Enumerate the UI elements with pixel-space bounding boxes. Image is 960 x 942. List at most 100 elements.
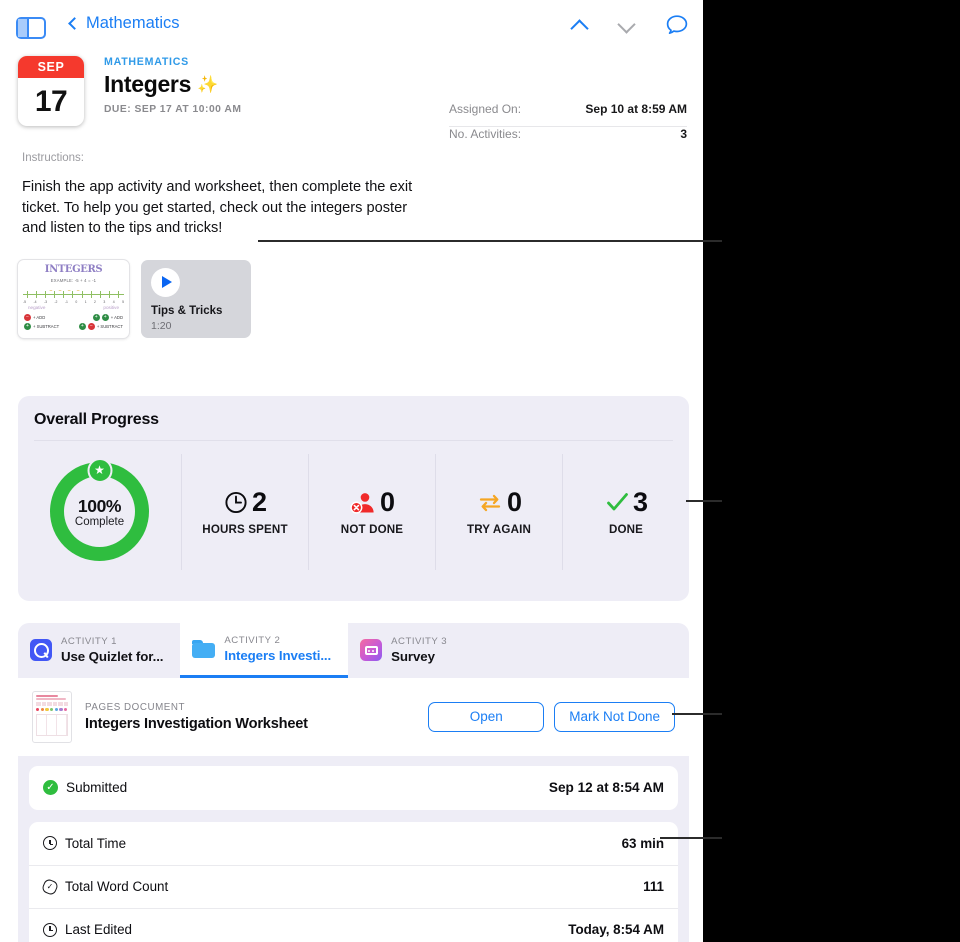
stat-try-again: 0 TRY AGAIN <box>436 487 562 536</box>
quizlet-app-icon <box>30 639 52 662</box>
green-check-icon: ✓ <box>43 780 58 796</box>
metrics-list: Total Time 63 min Total Word Count 111 L… <box>29 821 678 942</box>
stat-not-done: 0 NOT DONE <box>309 487 435 536</box>
stat-value: 3 <box>632 487 648 518</box>
mark-not-done-button[interactable]: Mark Not Done <box>554 701 675 732</box>
poster-rule-text: + SUBTRACT <box>96 323 123 329</box>
metric-label-group: Total Time <box>43 836 126 851</box>
seal-check-icon <box>43 880 57 894</box>
poster-positive-label: positive <box>103 304 119 310</box>
chevron-up-icon[interactable] <box>571 17 588 34</box>
assignment-detail-pane: Mathematics SEP 17 MATHEMATICS Integers <box>0 0 703 942</box>
clock-icon <box>43 922 57 937</box>
poster-heading: INTEGERS <box>44 263 103 275</box>
metric-label-group: Last Edited <box>43 922 132 937</box>
poster-rule-text: + ADD <box>110 314 123 320</box>
instructions-label: Instructions: <box>22 152 84 164</box>
sidebar-toggle-icon[interactable] <box>16 17 46 39</box>
audio-duration: 1:20 <box>151 319 172 332</box>
progress-ring-center: 100% Complete <box>64 476 135 548</box>
poster-rule: + + SUBTRACT + − + SUBTRACT <box>24 322 123 330</box>
integers-poster-thumbnail[interactable]: INTEGERS EXAMPLE: -5 + 4 = -1 ⌣ ⌣ ⌣ ⌣ -5… <box>18 259 129 338</box>
stat-value: 2 <box>251 487 267 518</box>
progress-percent: 100% <box>77 495 122 516</box>
meta-key: Assigned On: <box>449 102 522 116</box>
callout-leader-progress <box>686 500 722 502</box>
number-line: ⌣ ⌣ ⌣ ⌣ <box>23 288 124 300</box>
tab-activity-name: Integers Investi... <box>224 647 332 663</box>
overall-progress-card: Overall Progress 100% Complete ★ 2 HOURS… <box>18 395 689 601</box>
worksheet-thumbnail[interactable] <box>32 690 72 743</box>
meta-value: Sep 10 at 8:59 AM <box>585 102 687 116</box>
document-row: PAGES DOCUMENT Integers Investigation Wo… <box>18 677 689 756</box>
subject-label: MATHEMATICS <box>104 56 189 68</box>
progress-ring: 100% Complete ★ <box>50 458 149 562</box>
back-to-mathematics-button[interactable]: Mathematics <box>68 14 180 33</box>
metric-value: 111 <box>643 879 664 895</box>
overall-progress-title: Overall Progress <box>34 410 159 428</box>
title-row: Integers ✨ <box>104 71 241 98</box>
document-actions: Open Mark Not Done <box>428 701 675 732</box>
tab-activity-1[interactable]: ACTIVITY 1 Use Quizlet for... <box>18 623 180 678</box>
metric-label-group: Total Word Count <box>43 879 168 894</box>
poster-negative-label: negative <box>28 304 46 310</box>
poster-example: EXAMPLE: -5 + 4 = -1 <box>50 277 97 283</box>
tips-and-tricks-audio-card[interactable]: Tips & Tricks 1:20 <box>141 259 251 338</box>
calendar-month: SEP <box>18 56 84 78</box>
document-meta: PAGES DOCUMENT Integers Investigation Wo… <box>85 702 428 732</box>
stat-label: DONE <box>608 523 644 537</box>
poster-rule: − + ADD + + + ADD <box>24 313 123 321</box>
speech-bubble-icon[interactable] <box>665 14 689 36</box>
document-kind-label: PAGES DOCUMENT <box>85 701 186 713</box>
poster-rules: − + ADD + + + ADD + + SUBTRACT + − + SUB… <box>18 310 129 330</box>
tab-activity-2[interactable]: ACTIVITY 2 Integers Investi... <box>180 622 349 678</box>
plus-circle-icon: + <box>24 322 31 330</box>
stat-value-row: 0 <box>350 487 395 518</box>
play-icon[interactable] <box>151 267 180 297</box>
tab-index-label: ACTIVITY 2 <box>224 634 281 646</box>
activity-card: ACTIVITY 1 Use Quizlet for... ACTIVITY 2… <box>18 622 689 942</box>
checkmark-icon <box>607 493 628 511</box>
metric-row-total-time: Total Time 63 min <box>29 822 678 865</box>
meta-row-activity-count: No. Activities: 3 <box>449 127 687 152</box>
metric-row-word-count: Total Word Count 111 <box>29 864 678 908</box>
callout-leader-mark-not-done <box>672 713 722 715</box>
meta-key: No. Activities: <box>449 127 522 141</box>
calendar-day: 17 <box>34 85 68 118</box>
loop-arrows-icon <box>479 495 501 512</box>
assignment-header: SEP 17 MATHEMATICS Integers ✨ DUE: SEP 1… <box>0 54 703 141</box>
poster-rule-text: + ADD <box>33 314 46 320</box>
callout-leader-attachments <box>258 240 722 242</box>
clock-icon <box>225 492 247 514</box>
navbar-actions <box>571 14 689 36</box>
metric-label: Total Time <box>65 835 127 851</box>
meta-value: 3 <box>680 127 687 141</box>
metric-value: 63 min <box>621 835 664 851</box>
submission-status-label: Submitted <box>66 780 128 796</box>
submission-status: ✓ Submitted <box>43 780 128 796</box>
tab-index-label: ACTIVITY 3 <box>391 636 448 648</box>
chevron-down-icon[interactable] <box>618 17 635 34</box>
survey-app-icon <box>360 639 383 662</box>
metric-value: Today, 8:54 AM <box>568 922 664 938</box>
calendar-date-badge: SEP 17 <box>18 56 84 126</box>
plus-circle-icon: + <box>78 322 86 330</box>
tab-text: ACTIVITY 3 Survey <box>391 636 447 664</box>
tab-index-label: ACTIVITY 1 <box>61 636 118 648</box>
metric-label: Total Word Count <box>65 879 169 895</box>
tab-activity-3[interactable]: ACTIVITY 3 Survey <box>348 623 464 678</box>
document-name: Integers Investigation Worksheet <box>85 715 308 732</box>
back-button-label: Mathematics <box>86 14 180 32</box>
stat-label: TRY AGAIN <box>466 523 532 537</box>
submission-status-row: ✓ Submitted Sep 12 at 8:54 AM <box>29 765 678 810</box>
plus-circle-icon: + <box>92 313 100 321</box>
stat-value-row: 3 <box>605 487 648 518</box>
tab-activity-name: Use Quizlet for... <box>61 649 164 665</box>
plus-circle-icon: + <box>101 313 109 321</box>
star-badge-icon: ★ <box>87 458 112 484</box>
stat-value: 0 <box>506 487 522 518</box>
open-button[interactable]: Open <box>428 701 545 732</box>
audio-title: Tips & Tricks <box>151 304 223 317</box>
submission-timestamp: Sep 12 at 8:54 AM <box>548 780 664 796</box>
stat-label: NOT DONE <box>340 523 404 537</box>
